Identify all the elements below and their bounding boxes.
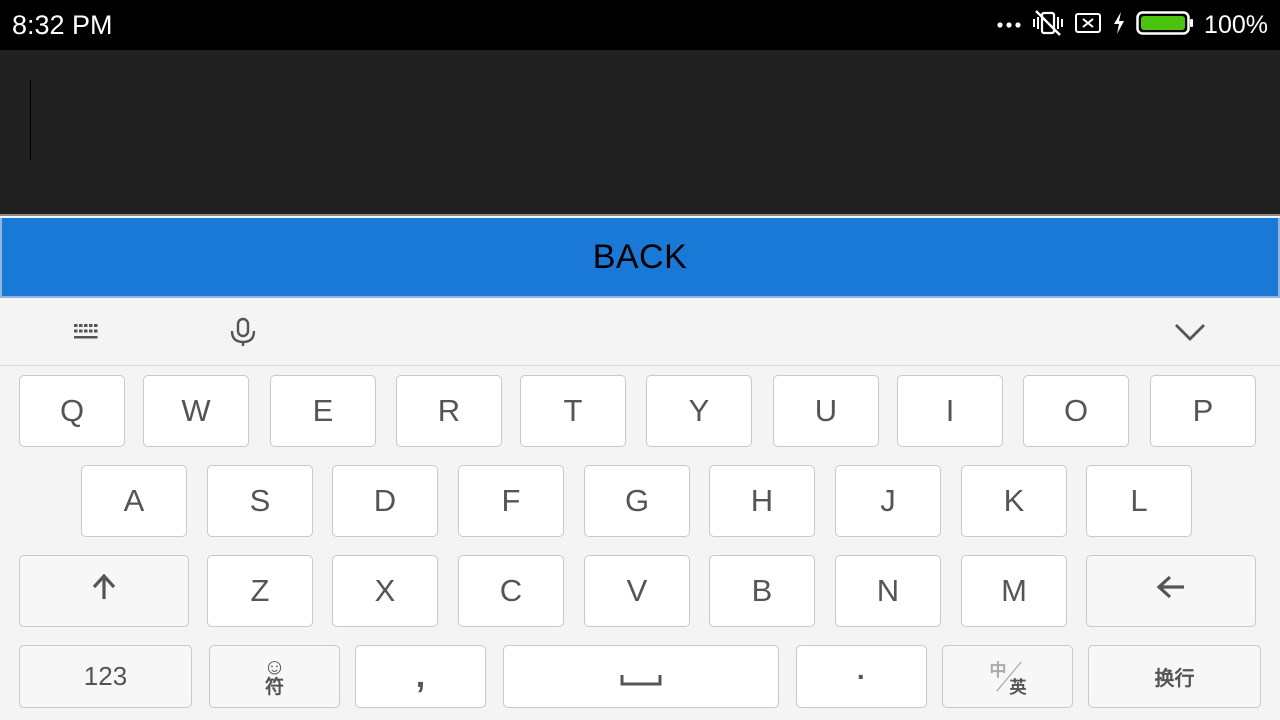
key-label: T <box>563 393 583 428</box>
key-label: 符 <box>264 676 284 698</box>
key-label: · <box>856 660 867 692</box>
key-label: 123 <box>83 661 128 691</box>
key-k[interactable]: K <box>961 465 1067 537</box>
key-label: F <box>501 483 521 518</box>
key-label: Q <box>59 393 85 428</box>
key-p[interactable]: P <box>1150 375 1256 447</box>
status-icons: 100% <box>986 9 1268 42</box>
key-y[interactable]: Y <box>646 375 752 447</box>
microphone-icon[interactable] <box>217 312 269 352</box>
key-d[interactable]: D <box>332 465 438 537</box>
key-label: P <box>1192 393 1214 428</box>
key-b[interactable]: B <box>709 555 815 627</box>
key-label: E <box>312 393 334 428</box>
status-bar: 8:32 PM 100% <box>0 0 1280 50</box>
key-a[interactable]: A <box>81 465 187 537</box>
key-label: J <box>880 483 896 518</box>
key-label: B <box>751 573 773 608</box>
vibrate-off-icon <box>1032 9 1064 42</box>
key-c[interactable]: C <box>458 555 564 627</box>
period-key[interactable]: · <box>796 645 927 708</box>
zh-en-toggle: 中 英 <box>988 654 1028 700</box>
comma-key[interactable]: , <box>355 645 486 708</box>
space-bar-icon <box>620 659 662 695</box>
key-label: H <box>750 483 774 518</box>
key-label: M <box>1001 573 1027 608</box>
key-s[interactable]: S <box>207 465 313 537</box>
lang-en-label: 英 <box>1009 677 1027 697</box>
smiley-icon: ☺ <box>263 653 286 679</box>
key-h[interactable]: H <box>709 465 815 537</box>
key-z[interactable]: Z <box>207 555 313 627</box>
key-o[interactable]: O <box>1023 375 1129 447</box>
key-label: 换行 <box>1154 668 1195 690</box>
key-label: I <box>945 393 955 428</box>
battery-icon <box>1136 10 1194 41</box>
key-label: N <box>876 573 900 608</box>
key-w[interactable]: W <box>143 375 249 447</box>
status-time: 8:32 PM <box>12 10 113 40</box>
shift-key[interactable] <box>19 555 189 627</box>
key-label: Y <box>688 393 710 428</box>
text-input[interactable] <box>0 50 1280 216</box>
backspace-key[interactable] <box>1086 555 1256 627</box>
symbols-key[interactable]: ☺ 符 <box>209 645 340 708</box>
key-label: X <box>374 573 396 608</box>
key-m[interactable]: M <box>961 555 1067 627</box>
key-t[interactable]: T <box>520 375 626 447</box>
key-g[interactable]: G <box>584 465 690 537</box>
space-key[interactable] <box>503 645 779 708</box>
collapse-chevron-icon[interactable] <box>1164 312 1216 352</box>
charging-bolt-icon <box>1112 11 1126 40</box>
battery-level-fill <box>1141 15 1186 30</box>
keyboard-toolbar <box>0 298 1280 366</box>
key-e[interactable]: E <box>270 375 376 447</box>
key-x[interactable]: X <box>332 555 438 627</box>
key-label: L <box>1130 483 1148 518</box>
key-q[interactable]: Q <box>19 375 125 447</box>
key-j[interactable]: J <box>835 465 941 537</box>
battery-percent: 100% <box>1204 11 1268 39</box>
key-label: G <box>624 483 650 518</box>
language-switch-key[interactable]: 中 英 <box>942 645 1073 708</box>
key-l[interactable]: L <box>1086 465 1192 537</box>
arrow-up-icon <box>89 572 119 610</box>
no-sim-icon <box>1074 11 1102 40</box>
key-u[interactable]: U <box>773 375 879 447</box>
key-label: K <box>1003 483 1025 518</box>
key-label: D <box>373 483 397 518</box>
more-dots-icon <box>996 16 1022 34</box>
back-button[interactable]: BACK <box>0 218 1280 298</box>
key-label: A <box>123 483 145 518</box>
key-f[interactable]: F <box>458 465 564 537</box>
key-label: C <box>499 573 523 608</box>
key-n[interactable]: N <box>835 555 941 627</box>
key-v[interactable]: V <box>584 555 690 627</box>
arrow-left-icon <box>1155 572 1187 610</box>
key-label: , <box>415 657 426 695</box>
key-label: Z <box>250 573 270 608</box>
key-label: V <box>626 573 648 608</box>
key-label: S <box>249 483 271 518</box>
numbers-key[interactable]: 123 <box>19 645 192 708</box>
text-cursor <box>30 80 31 160</box>
keyboard-grid-icon[interactable] <box>60 312 112 352</box>
enter-key[interactable]: 换行 <box>1088 645 1261 708</box>
key-label: O <box>1063 393 1089 428</box>
lang-zh-label: 中 <box>989 660 1007 680</box>
key-label: W <box>181 393 211 428</box>
key-label: R <box>437 393 461 428</box>
key-r[interactable]: R <box>396 375 502 447</box>
key-label: U <box>814 393 838 428</box>
key-i[interactable]: I <box>897 375 1003 447</box>
